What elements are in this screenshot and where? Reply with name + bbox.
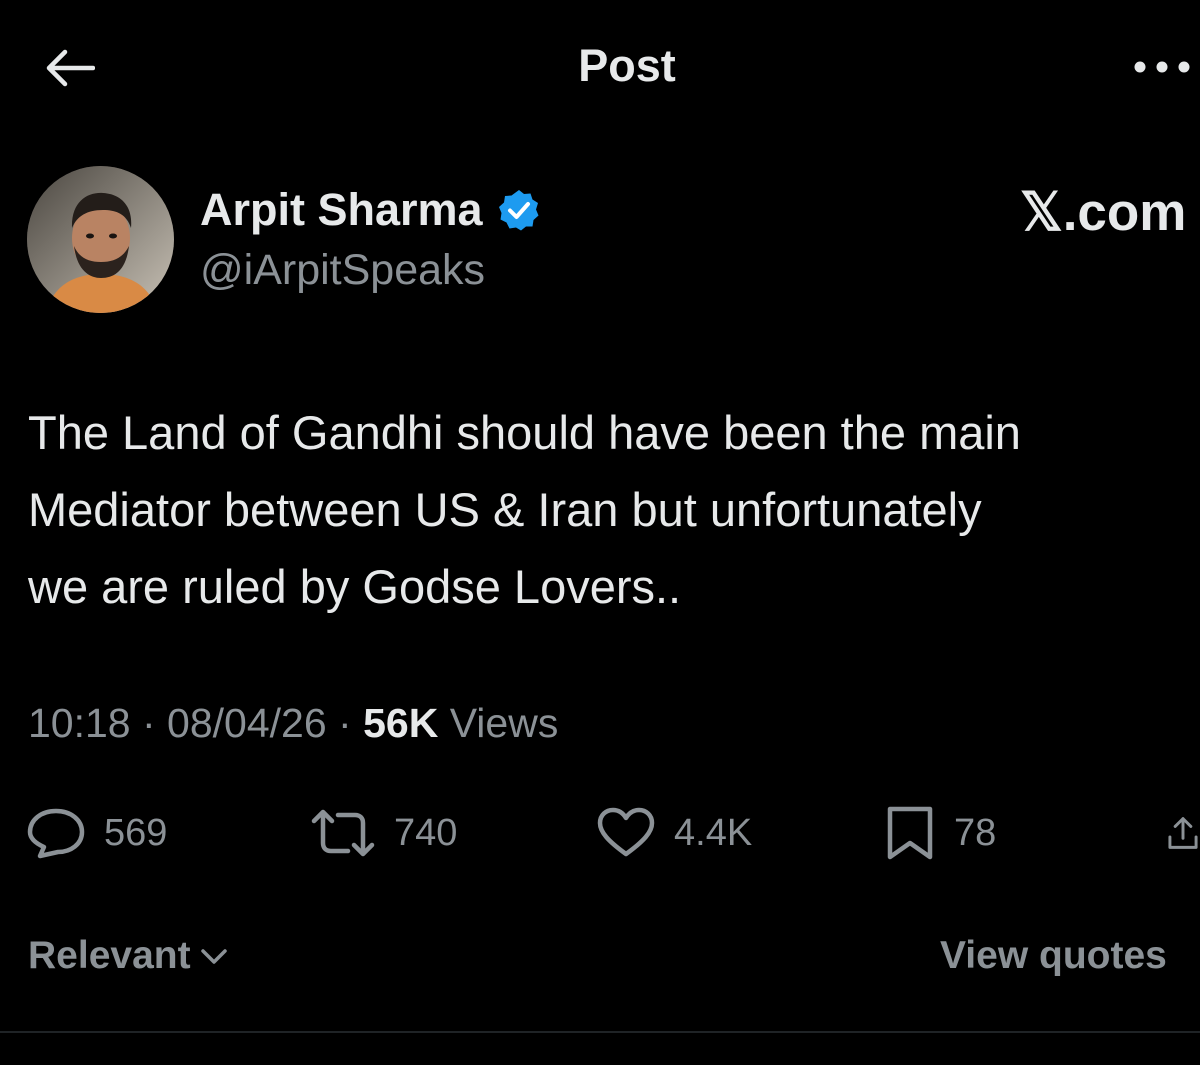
repost-button[interactable]: 740 [310,800,457,866]
repost-count: 740 [394,811,458,854]
tweet-meta: 10:18 · 08/04/26 · 56K Views [28,700,558,747]
share-button[interactable] [1166,800,1200,866]
watermark-text: 𝕏.com [1020,183,1187,242]
reply-button[interactable]: 569 [26,800,167,866]
chevron-down-icon [200,949,227,964]
bookmark-count: 78 [954,811,997,854]
author-name-row[interactable]: Arpit Sharma [200,182,541,238]
meta-separator: · [130,700,168,746]
views-count[interactable]: 56K [363,700,438,746]
tweet-time: 10:18 [28,700,131,746]
avatar-image [27,166,174,313]
heart-icon [597,807,655,857]
page-title: Post [578,40,676,91]
bookmark-icon [887,806,933,860]
repost-icon [311,809,375,857]
like-button[interactable]: 4.4K [596,800,752,866]
author-name[interactable]: Arpit Sharma [200,184,483,236]
reply-count: 569 [104,811,168,854]
more-dots-icon [1134,61,1190,73]
tweet-line: The Land of Gandhi should have been the … [28,406,1021,459]
reply-icon [27,808,85,859]
sort-label: Relevant [28,934,191,977]
more-options-button[interactable] [1128,42,1200,92]
author-handle[interactable]: @iArpitSpeaks [200,246,485,295]
like-count: 4.4K [674,811,753,854]
views-label[interactable]: Views [438,700,559,746]
share-icon [1168,817,1198,849]
bookmark-button[interactable]: 78 [884,800,996,866]
tweet-date: 08/04/26 [167,700,327,746]
sort-dropdown[interactable]: Relevant [28,934,231,978]
view-quotes-link[interactable]: View quotes [940,934,1167,978]
tweet-line: Mediator between US & Iran but unfortuna… [28,483,982,536]
avatar[interactable] [27,166,174,313]
verified-badge-icon [497,188,541,232]
divider [0,1031,1200,1033]
meta-separator: · [326,700,364,746]
tweet-text: The Land of Gandhi should have been the … [28,394,1200,625]
tweet-line: we are ruled by Godse Lovers.. [28,560,682,613]
